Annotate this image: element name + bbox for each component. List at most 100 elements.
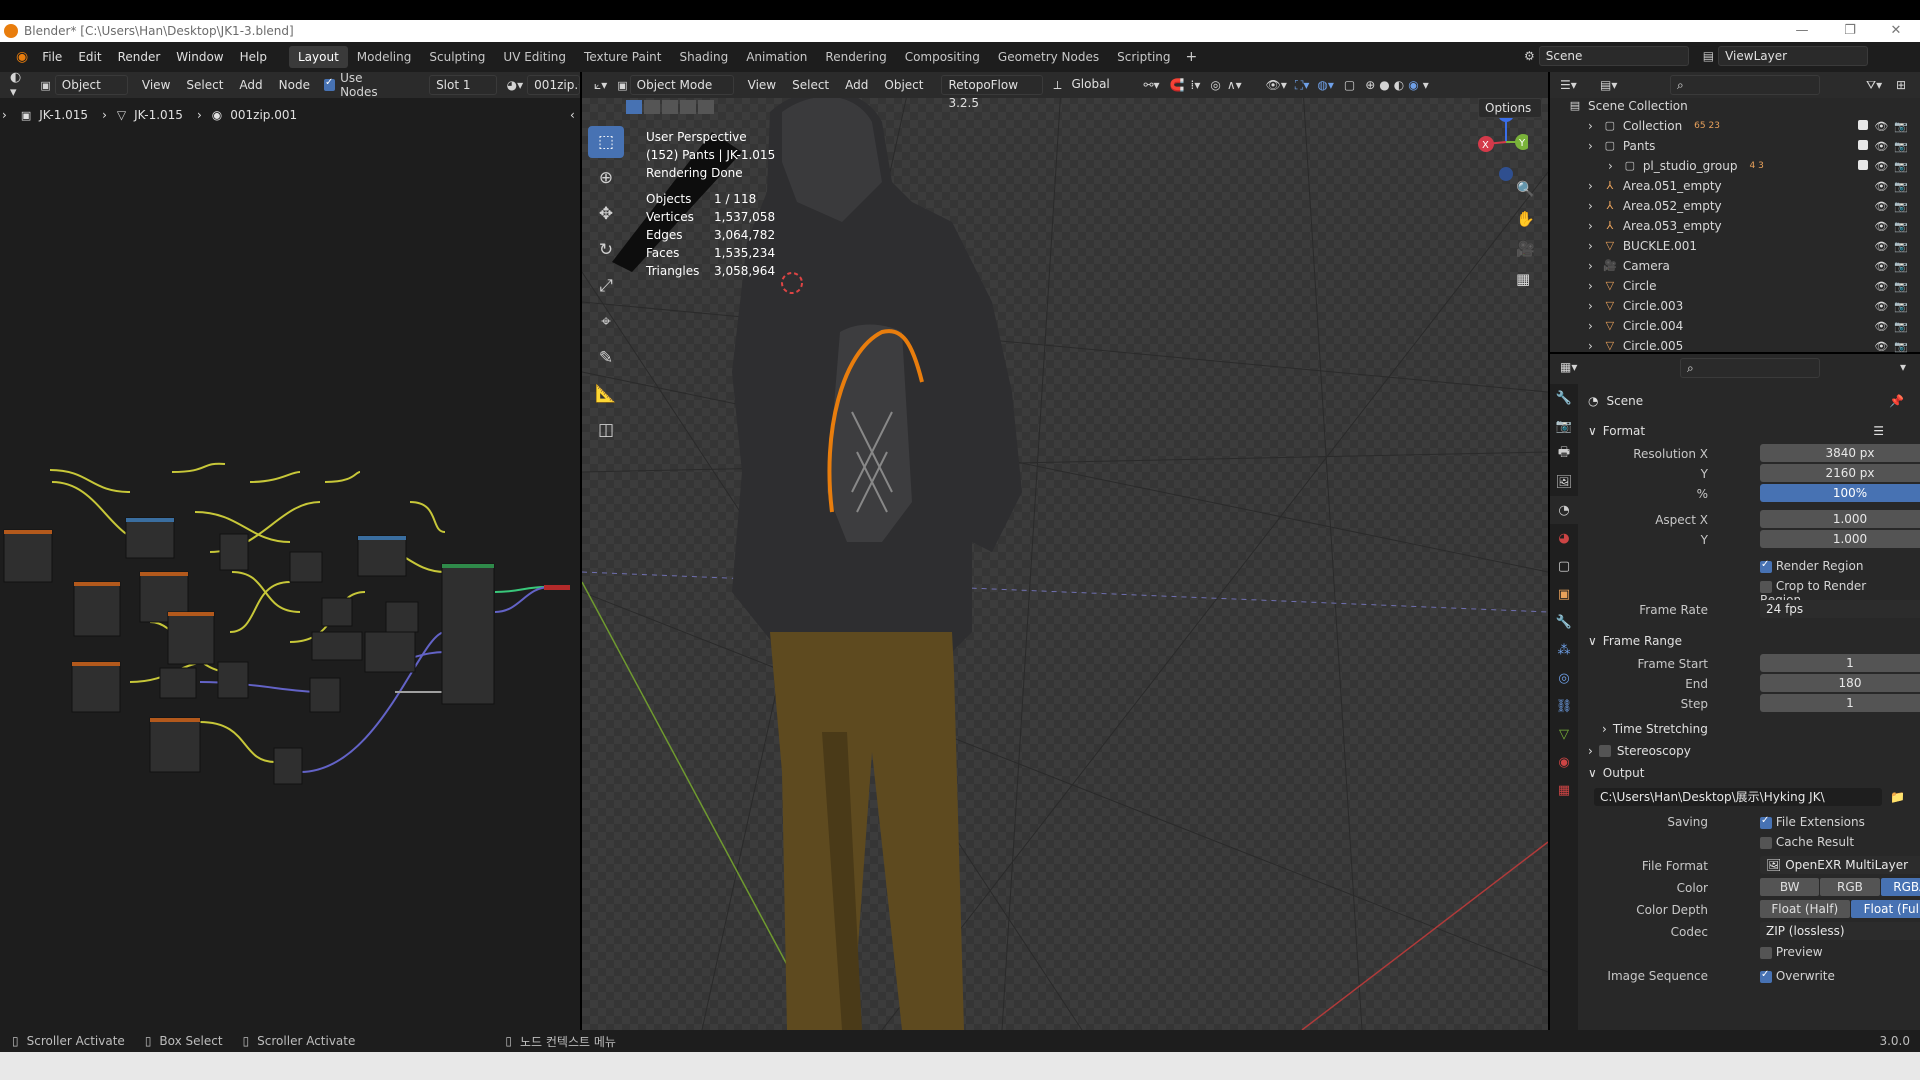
outliner-item[interactable]: › ▽ Circle.004 👁 📷: [1568, 316, 1918, 336]
wireframe-shading-icon[interactable]: ⊕: [1365, 78, 1375, 92]
minimize-button[interactable]: —: [1780, 20, 1824, 42]
tool-tab-icon[interactable]: 🔧: [1550, 384, 1578, 412]
outliner-item[interactable]: › ▽ Circle.005 👁 📷: [1568, 336, 1918, 356]
slot-dropdown[interactable]: Slot 1: [429, 75, 497, 95]
expand-arrow-icon[interactable]: ›: [1588, 199, 1593, 213]
frame-rate-dropdown[interactable]: 24 fps∨: [1760, 600, 1920, 618]
cursor-tool-icon[interactable]: ⊕: [588, 162, 624, 194]
color-option-rgba[interactable]: RGBA: [1880, 878, 1920, 896]
render-camera-icon[interactable]: 📷: [1894, 300, 1908, 313]
expand-arrow-icon[interactable]: ›: [1588, 339, 1593, 353]
close-button[interactable]: ✕: [1874, 20, 1918, 42]
xray-icon[interactable]: ▢: [1344, 78, 1355, 92]
render-camera-icon[interactable]: 📷: [1894, 160, 1908, 173]
expand-arrow-icon[interactable]: ›: [1588, 119, 1593, 133]
depth-option[interactable]: Float (Full): [1850, 900, 1920, 918]
object-tab-icon[interactable]: ▣: [1550, 580, 1578, 608]
rendered-shading-icon[interactable]: ◉: [1408, 78, 1418, 92]
eye-icon[interactable]: 👁: [1874, 140, 1888, 153]
pan-hand-icon[interactable]: ✋: [1516, 210, 1535, 228]
color-option-bw[interactable]: BW: [1760, 878, 1820, 896]
crop-region-checkbox[interactable]: [1760, 580, 1772, 593]
snap-target-icon[interactable]: ⁞▾: [1191, 78, 1201, 92]
viewport-menu-select[interactable]: Select: [784, 72, 837, 98]
render-camera-icon[interactable]: 📷: [1894, 200, 1908, 213]
physics-tab-icon[interactable]: ◎: [1550, 664, 1578, 692]
outliner-scene-collection[interactable]: ▤ Scene Collection: [1568, 96, 1918, 116]
expand-arrow-icon[interactable]: ›: [1588, 139, 1593, 153]
eye-icon[interactable]: 👁: [1874, 260, 1888, 273]
display-mode-icon[interactable]: ▤▾: [1600, 78, 1617, 92]
tab-animation[interactable]: Animation: [737, 46, 816, 68]
outliner-item[interactable]: › ▽ Circle 👁 📷: [1568, 276, 1918, 296]
viewport-menu-add[interactable]: Add: [837, 72, 876, 98]
render-camera-icon[interactable]: 📷: [1894, 240, 1908, 253]
file-format-dropdown[interactable]: 🖼OpenEXR MultiLayer∨: [1760, 856, 1920, 874]
outliner-item[interactable]: › ⅄ Area.051_empty 👁 📷: [1568, 176, 1918, 196]
scale-tool-icon[interactable]: ⤢: [588, 270, 624, 302]
tab-layout[interactable]: Layout: [288, 46, 348, 68]
tab-texture-paint[interactable]: Texture Paint: [575, 46, 670, 68]
expand-arrow-icon[interactable]: ›: [1588, 259, 1593, 273]
3d-viewport[interactable]: ⬚ ⊕ ✥ ↻ ⤢ ⌖ ✎ 📐 ◫ User Perspective (152)…: [582, 72, 1548, 1030]
shader-node-editor[interactable]: [0, 72, 580, 1030]
viewport-menu-view[interactable]: View: [740, 72, 784, 98]
eye-icon[interactable]: 👁: [1874, 180, 1888, 193]
pin-icon[interactable]: 📌: [1889, 394, 1904, 408]
exclude-checkbox[interactable]: [1858, 139, 1869, 150]
snap-icon[interactable]: 🧲: [1170, 78, 1185, 92]
tab-compositing[interactable]: Compositing: [896, 46, 989, 68]
mode-dropdown[interactable]: Object Mode: [629, 75, 734, 95]
rotate-tool-icon[interactable]: ↻: [588, 234, 624, 266]
outliner-editor-icon[interactable]: ☰▾: [1560, 78, 1577, 92]
output-tab-icon[interactable]: 🖶: [1550, 440, 1578, 468]
eye-icon[interactable]: 👁: [1874, 280, 1888, 293]
retopoflow-dropdown[interactable]: RetopoFlow 3.2.5: [941, 75, 1044, 110]
use-nodes-checkbox[interactable]: [323, 77, 336, 91]
menu-help[interactable]: Help: [232, 42, 275, 72]
texture-tab-icon[interactable]: ▦: [1550, 776, 1578, 804]
overlay-toggle-icon[interactable]: ◍▾: [1317, 78, 1334, 92]
tab-geometry-nodes[interactable]: Geometry Nodes: [989, 46, 1108, 68]
filter-icon[interactable]: ⛛▾: [1866, 78, 1882, 93]
data-tab-icon[interactable]: ▽: [1550, 720, 1578, 748]
eye-icon[interactable]: 👁: [1874, 200, 1888, 213]
eye-icon[interactable]: 👁: [1874, 340, 1888, 353]
resolution-y-field[interactable]: 2160 px: [1760, 464, 1920, 482]
folder-icon[interactable]: 📁: [1890, 790, 1905, 804]
world-tab-icon[interactable]: ◕: [1550, 524, 1578, 552]
scene-tab-icon[interactable]: ◔: [1550, 496, 1578, 524]
render-camera-icon[interactable]: 📷: [1894, 140, 1908, 153]
eye-icon[interactable]: 👁: [1874, 240, 1888, 253]
properties-search-input[interactable]: ⌕: [1680, 358, 1820, 378]
view-layer-tab-icon[interactable]: 🖼: [1550, 468, 1578, 496]
outliner-item[interactable]: › ▢ Pants 👁 📷: [1568, 136, 1918, 156]
select-subtract-icon[interactable]: [662, 100, 678, 114]
color-option-rgb[interactable]: RGB: [1820, 878, 1880, 896]
render-camera-icon[interactable]: 📷: [1894, 280, 1908, 293]
menu-window[interactable]: Window: [168, 42, 231, 72]
annotate-tool-icon[interactable]: ✎: [588, 342, 624, 374]
select-invert-icon[interactable]: [680, 100, 696, 114]
file-extensions-checkbox[interactable]: [1760, 815, 1772, 829]
render-camera-icon[interactable]: 📷: [1894, 260, 1908, 273]
render-tab-icon[interactable]: 📷: [1550, 412, 1578, 440]
blender-menu-icon[interactable]: ◉: [10, 49, 34, 65]
add-cube-tool-icon[interactable]: ◫: [588, 414, 624, 446]
shader-type-dropdown[interactable]: Object: [54, 75, 128, 95]
eye-icon[interactable]: 👁: [1874, 300, 1888, 313]
format-panel-header[interactable]: ∨ Format ☰: [1588, 420, 1908, 442]
exclude-checkbox[interactable]: [1858, 159, 1869, 170]
properties-editor-icon[interactable]: ▦▾: [1560, 360, 1577, 374]
proportional-edit-icon[interactable]: ◎: [1210, 78, 1220, 92]
menu-edit[interactable]: Edit: [70, 42, 109, 72]
editor-type-icon[interactable]: ◐ ▾: [10, 70, 30, 100]
move-tool-icon[interactable]: ✥: [588, 198, 624, 230]
stereoscopy-checkbox[interactable]: [1598, 745, 1611, 757]
visibility-icon[interactable]: 👁▾: [1266, 78, 1287, 92]
ortho-grid-icon[interactable]: ▦: [1516, 270, 1535, 288]
outliner-item[interactable]: › ▽ Circle.003 👁 📷: [1568, 296, 1918, 316]
frame-range-panel-header[interactable]: ∨ Frame Range: [1588, 630, 1908, 652]
time-stretching-subpanel[interactable]: › Time Stretching: [1588, 718, 1908, 740]
cache-result-checkbox[interactable]: [1760, 836, 1772, 849]
